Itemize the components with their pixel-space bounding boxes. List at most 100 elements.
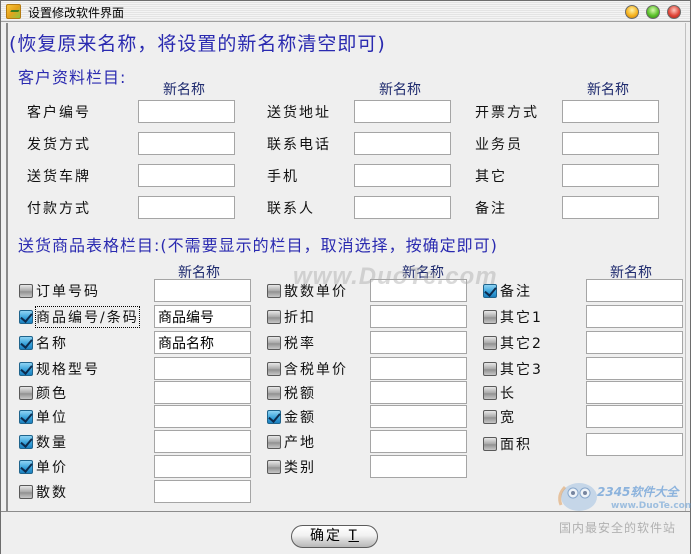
checkbox-unchecked-icon[interactable] [19, 284, 33, 298]
checkbox-unchecked-icon[interactable] [267, 362, 281, 376]
goods-column-toggle[interactable]: 其它3 [483, 359, 543, 379]
customer-field-label: 开票方式 [475, 105, 539, 121]
goods-column-toggle[interactable]: 散数 [19, 482, 68, 502]
goods-new-name-input[interactable] [370, 279, 467, 302]
checkbox-checked-icon[interactable] [19, 310, 33, 324]
goods-new-name-input[interactable] [586, 357, 683, 380]
checkbox-unchecked-icon[interactable] [483, 310, 497, 324]
goods-new-name-input[interactable] [370, 455, 467, 478]
goods-new-name-input[interactable] [154, 381, 251, 404]
goods-new-name-input[interactable] [154, 405, 251, 428]
goods-new-name-input[interactable] [370, 331, 467, 354]
customer-new-name-input[interactable] [562, 132, 659, 155]
checkbox-checked-icon[interactable] [19, 460, 33, 474]
goods-column-label: 其它3 [500, 362, 543, 378]
title-bar[interactable]: 设置修改软件界面 [1, 1, 690, 22]
goods-column-toggle[interactable]: 散数单价 [267, 281, 348, 301]
goods-column-toggle[interactable]: 订单号码 [19, 281, 100, 301]
checkbox-unchecked-icon[interactable] [267, 336, 281, 350]
goods-column-toggle[interactable]: 单价 [19, 457, 68, 477]
checkbox-checked-icon[interactable] [19, 435, 33, 449]
checkbox-checked-icon[interactable] [19, 362, 33, 376]
goods-column-label: 长 [500, 386, 516, 402]
goods-column-toggle[interactable]: 商品编号/条码 [19, 306, 140, 328]
goods-new-name-input[interactable] [370, 430, 467, 453]
goods-column-toggle[interactable]: 产地 [267, 432, 316, 452]
checkbox-checked-icon[interactable] [19, 336, 33, 350]
goods-column-toggle[interactable]: 名称 [19, 333, 68, 353]
goods-new-name-input[interactable] [370, 305, 467, 328]
goods-column-label: 名称 [36, 336, 68, 352]
goods-column-toggle[interactable]: 颜色 [19, 383, 68, 403]
goods-new-name-input[interactable] [370, 405, 467, 428]
checkbox-checked-icon[interactable] [19, 410, 33, 424]
goods-column-toggle[interactable]: 面积 [483, 434, 532, 454]
goods-column-toggle[interactable]: 备注 [483, 281, 532, 301]
checkbox-unchecked-icon[interactable] [483, 336, 497, 350]
customer-new-name-input[interactable] [138, 196, 235, 219]
customer-field-label: 付款方式 [27, 201, 91, 217]
goods-new-name-input[interactable] [586, 279, 683, 302]
checkbox-unchecked-icon[interactable] [483, 410, 497, 424]
goods-new-name-input[interactable] [154, 305, 251, 328]
customer-new-name-input[interactable] [354, 164, 451, 187]
goods-new-name-input[interactable] [586, 305, 683, 328]
customer-new-name-input[interactable] [562, 164, 659, 187]
goods-new-name-input[interactable] [586, 381, 683, 404]
goods-new-name-input[interactable] [586, 331, 683, 354]
minimize-button[interactable] [625, 5, 639, 19]
goods-column-label: 折扣 [284, 310, 316, 326]
customer-new-name-input[interactable] [138, 164, 235, 187]
checkbox-unchecked-icon[interactable] [267, 386, 281, 400]
goods-column-label: 宽 [500, 410, 516, 426]
checkbox-unchecked-icon[interactable] [19, 485, 33, 499]
customer-new-name-input[interactable] [138, 100, 235, 123]
goods-column-label: 商品编号/条码 [35, 306, 140, 328]
goods-new-name-input[interactable] [154, 455, 251, 478]
goods-column-toggle[interactable]: 税额 [267, 383, 316, 403]
goods-column-toggle[interactable]: 数量 [19, 432, 68, 452]
checkbox-unchecked-icon[interactable] [267, 435, 281, 449]
goods-column-label: 其它2 [500, 336, 543, 352]
goods-column-toggle[interactable]: 类别 [267, 457, 316, 477]
goods-column-toggle[interactable]: 宽 [483, 407, 516, 427]
checkbox-checked-icon[interactable] [267, 410, 281, 424]
goods-column-label: 数量 [36, 435, 68, 451]
checkbox-unchecked-icon[interactable] [483, 386, 497, 400]
goods-column-toggle[interactable]: 金额 [267, 407, 316, 427]
customer-new-name-input[interactable] [138, 132, 235, 155]
goods-new-name-input[interactable] [586, 433, 683, 456]
customer-new-name-input[interactable] [354, 100, 451, 123]
customer-new-name-input[interactable] [562, 196, 659, 219]
checkbox-unchecked-icon[interactable] [483, 437, 497, 451]
goods-column-toggle[interactable]: 其它2 [483, 333, 543, 353]
goods-column-toggle[interactable]: 规格型号 [19, 359, 100, 379]
close-button[interactable] [667, 5, 681, 19]
goods-column-toggle[interactable]: 单位 [19, 407, 68, 427]
checkbox-unchecked-icon[interactable] [19, 386, 33, 400]
checkbox-unchecked-icon[interactable] [267, 460, 281, 474]
content-panel [6, 23, 686, 511]
goods-new-name-input[interactable] [154, 331, 251, 354]
checkbox-unchecked-icon[interactable] [267, 310, 281, 324]
goods-new-name-input[interactable] [154, 480, 251, 503]
customer-new-name-input[interactable] [354, 132, 451, 155]
checkbox-unchecked-icon[interactable] [483, 362, 497, 376]
goods-new-name-input[interactable] [154, 430, 251, 453]
goods-new-name-input[interactable] [154, 357, 251, 380]
ok-button[interactable]: 确定 T [291, 525, 378, 548]
goods-column-toggle[interactable]: 折扣 [267, 307, 316, 327]
goods-new-name-input[interactable] [370, 381, 467, 404]
goods-column-toggle[interactable]: 税率 [267, 333, 316, 353]
goods-column-toggle[interactable]: 长 [483, 383, 516, 403]
goods-column-toggle[interactable]: 其它1 [483, 307, 543, 327]
goods-new-name-input[interactable] [154, 279, 251, 302]
checkbox-unchecked-icon[interactable] [267, 284, 281, 298]
goods-new-name-input[interactable] [586, 405, 683, 428]
customer-new-name-input[interactable] [354, 196, 451, 219]
checkbox-checked-icon[interactable] [483, 284, 497, 298]
goods-new-name-input[interactable] [370, 357, 467, 380]
maximize-button[interactable] [646, 5, 660, 19]
goods-column-toggle[interactable]: 含税单价 [267, 359, 348, 379]
customer-new-name-input[interactable] [562, 100, 659, 123]
